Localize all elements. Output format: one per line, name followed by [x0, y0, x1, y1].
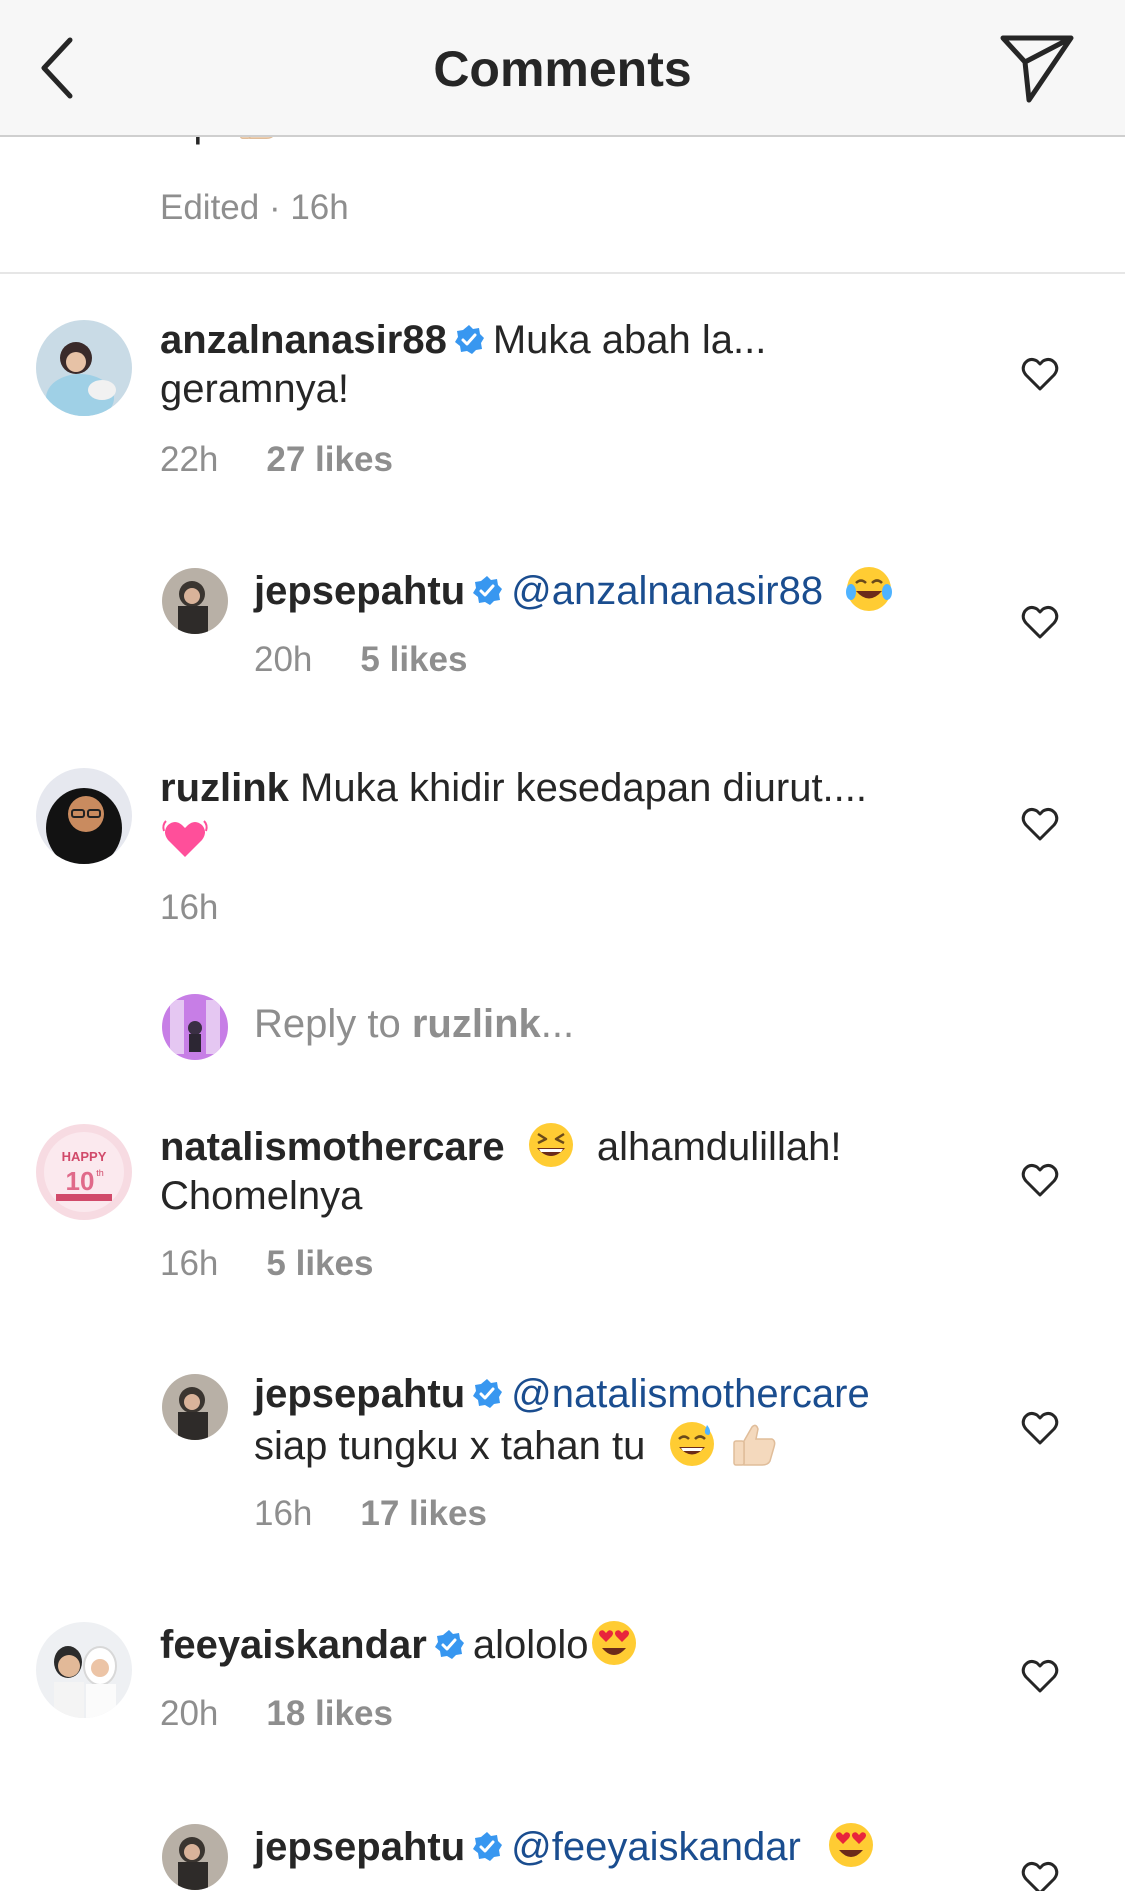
comment-likes[interactable]: 27 likes — [266, 440, 393, 479]
verified-badge-icon — [473, 576, 503, 605]
send-icon[interactable] — [997, 30, 1077, 106]
reply-input[interactable]: Reply to ruzlink... — [254, 1002, 574, 1047]
comment-meta: 22h 27 likes — [160, 440, 393, 480]
comment-username[interactable]: ruzlink — [160, 766, 289, 810]
comment-body: siap tungku x tahan tu — [254, 1424, 646, 1468]
reply-text: jepsepahtu @anzalnanasir88 — [254, 564, 994, 616]
heart-icon[interactable] — [1020, 354, 1060, 394]
heart-eyes-emoji-icon — [591, 1621, 636, 1665]
verified-badge-icon — [473, 1832, 503, 1861]
comment-body-line2: geramnya! — [160, 367, 349, 411]
comment-meta: 16h — [160, 888, 218, 928]
comment-body: alololo — [472, 1623, 589, 1667]
heart-icon[interactable] — [1020, 1160, 1060, 1200]
svg-text:10: 10 — [66, 1166, 95, 1196]
reply-item: jepsepahtu @feeyaiskandar — [0, 0, 1125, 1891]
comment-time: 16h — [160, 888, 219, 927]
reply-text: jepsepahtu @natalismothercare siap tungku… — [254, 1370, 994, 1471]
comment-time: 16h — [254, 1494, 313, 1533]
previous-comment-meta: Edited · 16h — [160, 188, 349, 227]
comment-meta: 20h 18 likes — [160, 1694, 393, 1734]
verified-badge-icon — [473, 1379, 503, 1408]
comment-meta: 16h 17 likes — [254, 1494, 487, 1534]
comment-text: ruzlink Muka khidir kesedapan diurut.... — [160, 764, 1000, 871]
comment-username[interactable]: natalismothercare — [160, 1125, 505, 1169]
comment-username[interactable]: jepsepahtu — [254, 569, 465, 613]
reply-prompt-username: ruzlink — [411, 1002, 541, 1046]
comment-meta: 20h 5 likes — [254, 640, 467, 680]
comment-username[interactable]: anzalnanasir88 — [160, 318, 447, 362]
avatar[interactable] — [162, 568, 228, 634]
mention-link[interactable]: @anzalnanasir88 — [511, 569, 823, 613]
comment-body: alhamdulillah! — [596, 1125, 842, 1169]
heart-icon[interactable] — [1020, 602, 1060, 642]
comment-body: Muka khidir kesedapan diurut.... — [300, 766, 868, 810]
comment-time: 16h — [160, 1244, 219, 1283]
avatar[interactable] — [36, 320, 132, 416]
thumbs-up-emoji-icon — [732, 1424, 776, 1466]
heart-eyes-emoji-icon — [828, 1823, 873, 1867]
heart-icon[interactable] — [1020, 1656, 1060, 1696]
avatar[interactable]: HAPPY 10 th — [36, 1124, 132, 1220]
comment-username[interactable]: jepsepahtu — [254, 1825, 465, 1869]
verified-badge-icon — [434, 1630, 464, 1659]
comment-time: 20h — [160, 1694, 219, 1733]
avatar[interactable] — [162, 1374, 228, 1440]
svg-text:th: th — [96, 1168, 104, 1178]
avatar[interactable] — [36, 768, 132, 864]
grinning-squint-emoji-icon — [528, 1123, 573, 1167]
caption-divider — [0, 272, 1125, 274]
comment-text: feeyaiskandar alololo — [160, 1618, 1000, 1670]
verified-badge-icon — [454, 325, 484, 354]
comment-text: natalismothercare alhamdulillah! Chomeln… — [160, 1120, 1000, 1221]
header-bar: Comments — [0, 0, 1125, 137]
comment-username[interactable]: jepsepahtu — [254, 1372, 465, 1416]
growing-heart-emoji-icon — [162, 820, 208, 857]
comment-likes[interactable]: 5 likes — [360, 640, 467, 679]
comment-likes[interactable]: 17 likes — [360, 1494, 487, 1533]
grinning-sweat-emoji-icon — [669, 1422, 714, 1466]
comment-text: anzalnanasir88 Muka abah la... geramnya! — [160, 316, 980, 414]
reply-prompt-prefix: Reply to — [254, 1002, 412, 1046]
mention-link[interactable]: @feeyaiskandar — [511, 1825, 801, 1869]
comment-username[interactable]: feeyaiskandar — [160, 1623, 427, 1667]
comment-body-line2: Chomelnya — [160, 1174, 363, 1218]
avatar[interactable] — [36, 1622, 132, 1718]
page-title: Comments — [433, 41, 692, 97]
reply-prompt-suffix: ... — [540, 1002, 575, 1046]
comment-meta: 16h 5 likes — [160, 1244, 373, 1284]
svg-text:HAPPY: HAPPY — [62, 1149, 107, 1164]
laughing-tears-emoji-icon — [846, 567, 893, 611]
comment-time: 20h — [254, 640, 313, 679]
heart-icon[interactable] — [1020, 1858, 1060, 1891]
comment-likes[interactable]: 18 likes — [266, 1694, 393, 1733]
comment-body: Muka abah la... — [492, 318, 767, 362]
reply-text: jepsepahtu @feeyaiskandar — [254, 1820, 1014, 1872]
comment-time: 22h — [160, 440, 219, 479]
mention-link[interactable]: @natalismothercare — [511, 1372, 870, 1416]
avatar — [162, 994, 228, 1060]
comment-likes[interactable]: 5 likes — [266, 1244, 373, 1283]
heart-icon[interactable] — [1020, 804, 1060, 844]
heart-icon[interactable] — [1020, 1408, 1060, 1448]
avatar[interactable] — [162, 1824, 228, 1890]
